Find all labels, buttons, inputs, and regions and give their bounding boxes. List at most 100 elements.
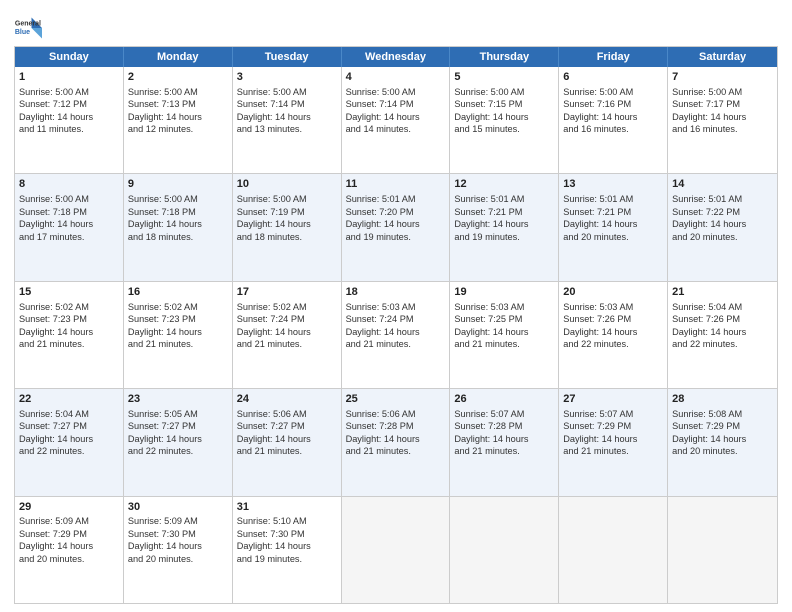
day-info-line: and 20 minutes. (128, 553, 228, 565)
day-number: 5 (454, 70, 554, 85)
day-info-line: Sunrise: 5:00 AM (346, 86, 446, 98)
day-info-line: Sunset: 7:12 PM (19, 98, 119, 110)
day-info-line: Sunrise: 5:02 AM (19, 301, 119, 313)
day-info-line: Daylight: 14 hours (563, 218, 663, 230)
day-info-line: and 20 minutes. (672, 445, 773, 457)
day-info-line: Sunrise: 5:01 AM (672, 193, 773, 205)
day-cell: 19Sunrise: 5:03 AMSunset: 7:25 PMDayligh… (450, 282, 559, 388)
day-number: 26 (454, 392, 554, 407)
day-info-line: and 12 minutes. (128, 123, 228, 135)
day-info-line: and 21 minutes. (346, 338, 446, 350)
day-info-line: and 21 minutes. (237, 338, 337, 350)
day-cell: 27Sunrise: 5:07 AMSunset: 7:29 PMDayligh… (559, 389, 668, 495)
col-header-tuesday: Tuesday (233, 47, 342, 67)
day-cell: 20Sunrise: 5:03 AMSunset: 7:26 PMDayligh… (559, 282, 668, 388)
day-info-line: Sunrise: 5:00 AM (563, 86, 663, 98)
day-info-line: and 11 minutes. (19, 123, 119, 135)
day-cell: 11Sunrise: 5:01 AMSunset: 7:20 PMDayligh… (342, 174, 451, 280)
day-cell: 26Sunrise: 5:07 AMSunset: 7:28 PMDayligh… (450, 389, 559, 495)
day-info-line: and 15 minutes. (454, 123, 554, 135)
day-info-line: Sunset: 7:14 PM (237, 98, 337, 110)
day-info-line: and 20 minutes. (672, 231, 773, 243)
day-info-line: Daylight: 14 hours (128, 218, 228, 230)
day-info-line: Sunset: 7:30 PM (128, 528, 228, 540)
day-info-line: Sunset: 7:30 PM (237, 528, 337, 540)
day-info-line: Daylight: 14 hours (346, 326, 446, 338)
day-number: 23 (128, 392, 228, 407)
week-row-5: 29Sunrise: 5:09 AMSunset: 7:29 PMDayligh… (15, 496, 777, 603)
day-info-line: Sunset: 7:27 PM (237, 420, 337, 432)
day-number: 18 (346, 285, 446, 300)
day-info-line: and 22 minutes. (563, 338, 663, 350)
day-number: 30 (128, 500, 228, 515)
day-info-line: Daylight: 14 hours (237, 326, 337, 338)
day-cell: 1Sunrise: 5:00 AMSunset: 7:12 PMDaylight… (15, 67, 124, 173)
day-number: 1 (19, 70, 119, 85)
day-cell (668, 497, 777, 603)
day-info-line: Sunset: 7:18 PM (128, 206, 228, 218)
day-cell: 10Sunrise: 5:00 AMSunset: 7:19 PMDayligh… (233, 174, 342, 280)
day-info-line: Daylight: 14 hours (563, 433, 663, 445)
day-info-line: Sunset: 7:23 PM (128, 313, 228, 325)
day-info-line: Sunset: 7:27 PM (19, 420, 119, 432)
day-info-line: Sunrise: 5:06 AM (237, 408, 337, 420)
day-info-line: Sunrise: 5:01 AM (563, 193, 663, 205)
day-cell: 13Sunrise: 5:01 AMSunset: 7:21 PMDayligh… (559, 174, 668, 280)
day-info-line: Daylight: 14 hours (237, 111, 337, 123)
day-cell: 17Sunrise: 5:02 AMSunset: 7:24 PMDayligh… (233, 282, 342, 388)
day-cell: 31Sunrise: 5:10 AMSunset: 7:30 PMDayligh… (233, 497, 342, 603)
day-cell: 24Sunrise: 5:06 AMSunset: 7:27 PMDayligh… (233, 389, 342, 495)
calendar: SundayMondayTuesdayWednesdayThursdayFrid… (14, 46, 778, 604)
day-number: 28 (672, 392, 773, 407)
day-info-line: Daylight: 14 hours (454, 433, 554, 445)
day-info-line: and 17 minutes. (19, 231, 119, 243)
day-info-line: and 20 minutes. (563, 231, 663, 243)
day-info-line: and 21 minutes. (128, 338, 228, 350)
day-number: 12 (454, 177, 554, 192)
day-number: 3 (237, 70, 337, 85)
day-cell: 5Sunrise: 5:00 AMSunset: 7:15 PMDaylight… (450, 67, 559, 173)
day-cell: 7Sunrise: 5:00 AMSunset: 7:17 PMDaylight… (668, 67, 777, 173)
day-number: 2 (128, 70, 228, 85)
day-info-line: and 14 minutes. (346, 123, 446, 135)
day-info-line: Daylight: 14 hours (19, 433, 119, 445)
col-header-sunday: Sunday (15, 47, 124, 67)
day-number: 8 (19, 177, 119, 192)
day-info-line: Sunset: 7:29 PM (672, 420, 773, 432)
day-info-line: and 20 minutes. (19, 553, 119, 565)
weeks: 1 Sunrise: 5:00 AM Sunset: 7:12 PM Daylight… (15, 67, 777, 603)
day-info-line: Sunset: 7:18 PM (19, 206, 119, 218)
day-cell: 9Sunrise: 5:00 AMSunset: 7:18 PMDaylight… (124, 174, 233, 280)
day-info-line: Sunrise: 5:02 AM (128, 301, 228, 313)
day-info-line: Daylight: 14 hours (346, 218, 446, 230)
day-info-line: Sunrise: 5:03 AM (563, 301, 663, 313)
week-row-2: 8Sunrise: 5:00 AMSunset: 7:18 PMDaylight… (15, 173, 777, 280)
day-cell: 23Sunrise: 5:05 AMSunset: 7:27 PMDayligh… (124, 389, 233, 495)
day-info-line: and 21 minutes. (454, 338, 554, 350)
logo: General Blue (14, 14, 42, 42)
day-number: 20 (563, 285, 663, 300)
day-info-line: Daylight: 14 hours (19, 218, 119, 230)
day-cell: 29Sunrise: 5:09 AMSunset: 7:29 PMDayligh… (15, 497, 124, 603)
day-info-line: Sunrise: 5:00 AM (19, 193, 119, 205)
day-info-line: Sunrise: 5:08 AM (672, 408, 773, 420)
day-info-line: Sunset: 7:25 PM (454, 313, 554, 325)
day-number: 14 (672, 177, 773, 192)
day-cell: 14Sunrise: 5:01 AMSunset: 7:22 PMDayligh… (668, 174, 777, 280)
day-cell: 16Sunrise: 5:02 AMSunset: 7:23 PMDayligh… (124, 282, 233, 388)
day-info-line: Sunrise: 5:06 AM (346, 408, 446, 420)
day-cell: 21Sunrise: 5:04 AMSunset: 7:26 PMDayligh… (668, 282, 777, 388)
day-info-line: and 21 minutes. (346, 445, 446, 457)
week-row-3: 15Sunrise: 5:02 AMSunset: 7:23 PMDayligh… (15, 281, 777, 388)
day-info-line: and 19 minutes. (237, 553, 337, 565)
week-row-1: 1 Sunrise: 5:00 AM Sunset: 7:12 PM Daylight… (15, 67, 777, 173)
day-info-line: Sunset: 7:22 PM (672, 206, 773, 218)
day-info-line: Daylight: 14 hours (19, 326, 119, 338)
day-info-line: Sunrise: 5:03 AM (454, 301, 554, 313)
day-number: 16 (128, 285, 228, 300)
day-cell: 6Sunrise: 5:00 AMSunset: 7:16 PMDaylight… (559, 67, 668, 173)
day-info-line: and 19 minutes. (346, 231, 446, 243)
day-info-line: Daylight: 14 hours (237, 433, 337, 445)
day-info-line: Sunset: 7:26 PM (672, 313, 773, 325)
day-number: 22 (19, 392, 119, 407)
